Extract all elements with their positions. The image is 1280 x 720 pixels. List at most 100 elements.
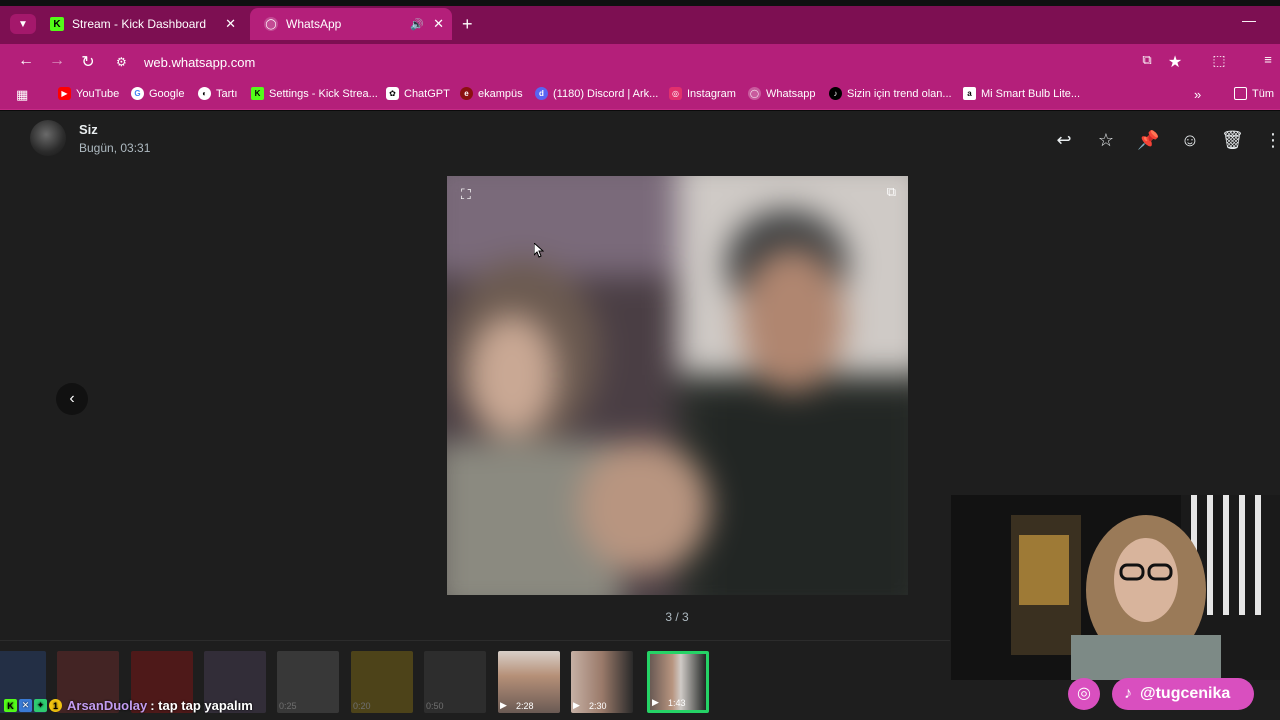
mouse-cursor-icon bbox=[534, 243, 544, 258]
tab-label: WhatsApp bbox=[286, 17, 342, 31]
whatsapp-icon: ◯ bbox=[264, 17, 278, 31]
bookmark-discord[interactable]: d (1180) Discord | Ark... bbox=[535, 87, 658, 100]
chat-username: ArsanDuolay bbox=[67, 698, 148, 713]
site-settings-icon[interactable]: ⚙ bbox=[116, 55, 136, 69]
tiktok-handle: @tugcenika bbox=[1140, 685, 1231, 702]
apps-grid-icon[interactable]: ▦ bbox=[16, 87, 28, 103]
back-icon[interactable]: ← bbox=[16, 52, 36, 70]
bookmark-whatsapp[interactable]: ◯ Whatsapp bbox=[748, 87, 816, 100]
thumbnail-duration: 2:30 bbox=[589, 701, 607, 711]
thumbnail-duration: 2:28 bbox=[516, 701, 534, 711]
photo-shapes bbox=[447, 176, 908, 595]
thumbnail-duration: 0:25 bbox=[279, 701, 297, 711]
tiktok-handle-badge: ♪ @tugcenika bbox=[1112, 678, 1254, 710]
tab-whatsapp[interactable]: ◯ WhatsApp 🔊 ✕ bbox=[250, 8, 452, 40]
minimize-window-icon[interactable]: — bbox=[1242, 12, 1256, 28]
bookmark-label: Tüm bbox=[1252, 87, 1274, 100]
tab-strip: ▼ K Stream - Kick Dashboard ✕ ◯ WhatsApp… bbox=[0, 0, 1280, 44]
browser-toolbar: ← → ↻ ⚙ web.whatsapp.com ⧉ ★ ⬚ ≡ bbox=[0, 44, 1280, 80]
kick-icon: K bbox=[50, 17, 64, 31]
kick-badge-icon: K bbox=[4, 699, 17, 712]
bookmark-chatgpt[interactable]: ✿ ChatGPT bbox=[386, 87, 450, 100]
more-bookmarks-icon[interactable]: » bbox=[1194, 87, 1201, 102]
media-thumbnail[interactable]: 0:50 bbox=[424, 651, 486, 713]
media-image[interactable]: ⛶ ⧉ bbox=[447, 176, 908, 595]
tiktok-icon: ♪ bbox=[1124, 685, 1132, 702]
bookmark-mi-smart-bulb[interactable]: a Mi Smart Bulb Lite... bbox=[963, 87, 1080, 100]
bookmark-label: Sizin için trend olan... bbox=[847, 87, 952, 100]
tab-kick-dashboard[interactable]: K Stream - Kick Dashboard ✕ bbox=[36, 8, 244, 40]
moderator-badge-icon: ✕ bbox=[19, 699, 32, 712]
bookmark-label: Mi Smart Bulb Lite... bbox=[981, 87, 1081, 100]
fullscreen-icon[interactable]: ⛶ bbox=[461, 186, 471, 203]
bookmarks-bar: ▦ ▶ YouTube G Google ◐ Tartı K Settings - Ki… bbox=[0, 80, 1280, 110]
bookmark-label: ChatGPT bbox=[404, 87, 450, 100]
bookmark-instagram[interactable]: ◎ Instagram bbox=[669, 87, 736, 100]
video-icon: ▶ bbox=[500, 700, 510, 710]
bookmark-kick-settings[interactable]: K Settings - Kick Strea... bbox=[251, 87, 378, 100]
video-icon: ▶ bbox=[573, 700, 583, 710]
video-icon: ▶ bbox=[652, 697, 662, 707]
message-timestamp: Bugün, 03:31 bbox=[79, 141, 151, 155]
previous-media-button[interactable]: ‹ bbox=[56, 383, 88, 415]
new-tab-icon[interactable]: + bbox=[462, 14, 473, 35]
pin-icon[interactable]: 📌 bbox=[1137, 129, 1159, 151]
emoji-icon[interactable]: ☺ bbox=[1179, 129, 1201, 151]
install-app-icon[interactable]: ⧉ bbox=[1137, 52, 1157, 68]
close-tab-icon[interactable]: ✕ bbox=[225, 16, 236, 32]
stream-chat-message: K ✕ ✦ 1 ArsanDuolay : tap tap yapalım bbox=[4, 698, 253, 713]
media-thumbnail[interactable]: 0:25 bbox=[277, 651, 339, 713]
thumbnail-duration: 1:43 bbox=[668, 698, 686, 708]
thumbnail-duration: 0:20 bbox=[353, 701, 371, 711]
folder-icon bbox=[1234, 87, 1247, 100]
bookmark-label: YouTube bbox=[76, 87, 120, 100]
bookmark-star-icon[interactable]: ★ bbox=[1165, 52, 1185, 72]
media-thumbnail[interactable]: ▶ 2:28 bbox=[498, 651, 560, 713]
google-icon: G bbox=[131, 87, 144, 100]
globe-icon: ◐ bbox=[198, 87, 211, 100]
instagram-icon: ◎ bbox=[669, 87, 682, 100]
close-tab-icon[interactable]: ✕ bbox=[433, 16, 444, 32]
address-bar[interactable]: ⚙ web.whatsapp.com bbox=[108, 48, 1198, 76]
bookmark-youtube[interactable]: ▶ YouTube bbox=[58, 87, 119, 100]
bookmark-google[interactable]: G Google bbox=[131, 87, 184, 100]
tab-label: Stream - Kick Dashboard bbox=[72, 17, 207, 31]
webcam-overlay bbox=[951, 495, 1280, 680]
thumbnail-duration: 0:50 bbox=[426, 701, 444, 711]
bookmark-label: Tartı bbox=[216, 87, 238, 100]
picture-in-picture-icon[interactable]: ⧉ bbox=[887, 184, 896, 200]
bookmark-label: Instagram bbox=[687, 87, 736, 100]
url-text: web.whatsapp.com bbox=[144, 54, 256, 70]
kick-icon: K bbox=[251, 87, 264, 100]
media-thumbnail[interactable]: 0:20 bbox=[351, 651, 413, 713]
tab-search-chevron-icon[interactable]: ▼ bbox=[10, 14, 36, 34]
media-thumbnail[interactable]: ▶ 2:30 bbox=[571, 651, 633, 713]
bookmark-label: Google bbox=[149, 87, 185, 100]
bookmark-tiktok[interactable]: ♪ Sizin için trend olan... bbox=[829, 87, 952, 100]
extensions-icon[interactable]: ⬚ bbox=[1209, 52, 1229, 69]
bookmark-tarti[interactable]: ◐ Tartı bbox=[198, 87, 237, 100]
avatar[interactable] bbox=[30, 120, 66, 156]
tiktok-icon: ♪ bbox=[829, 87, 842, 100]
star-icon[interactable]: ☆ bbox=[1095, 129, 1117, 151]
forward-icon[interactable]: → bbox=[47, 52, 67, 70]
delete-icon[interactable]: 🗑 bbox=[1221, 129, 1244, 151]
reload-icon[interactable]: ↻ bbox=[78, 52, 98, 72]
amazon-icon: a bbox=[963, 87, 976, 100]
webcam-feed bbox=[951, 495, 1280, 680]
chat-text: : tap tap yapalım bbox=[150, 698, 253, 713]
sub-badge-icon: ✦ bbox=[34, 699, 47, 712]
media-counter: 3 / 3 bbox=[665, 610, 689, 624]
audio-playing-icon[interactable]: 🔊 bbox=[410, 18, 424, 31]
bookmark-folder-all[interactable]: Tüm bbox=[1234, 87, 1274, 100]
bookmark-ekampus[interactable]: e ekampüs bbox=[460, 87, 523, 100]
discord-icon: d bbox=[535, 87, 548, 100]
media-thumbnail-selected[interactable]: ▶ 1:43 bbox=[647, 651, 709, 713]
bookmark-label: (1180) Discord | Ark... bbox=[553, 87, 659, 100]
reply-icon[interactable]: ↩ bbox=[1053, 129, 1075, 151]
reading-list-icon[interactable]: ≡ bbox=[1258, 52, 1278, 67]
youtube-icon: ▶ bbox=[58, 87, 71, 100]
chatgpt-icon: ✿ bbox=[386, 87, 399, 100]
ekampus-icon: e bbox=[460, 87, 473, 100]
more-options-icon[interactable]: ⋮ bbox=[1262, 129, 1280, 151]
